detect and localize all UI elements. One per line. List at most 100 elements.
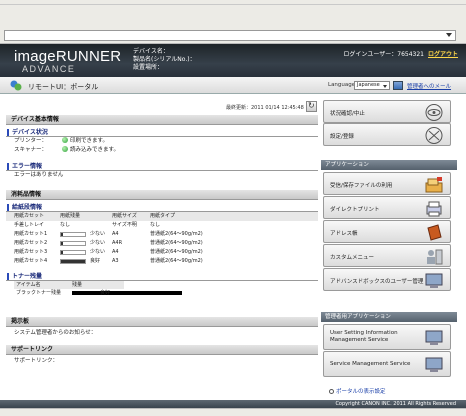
error-heading: エラー情報 [6,162,318,171]
cassette-name: 用紙カセット1 [14,231,48,237]
cassette-size: A4R [112,240,123,246]
paper-heading: 給紙段情報 [6,203,318,212]
update-row: 最終更新：2011 01/14 12:45:48 [6,101,318,113]
scanner-status: 読み込みできます。 [62,146,119,155]
col-item: アイテム名 [16,282,41,288]
admin-mail-link[interactable]: 管理者へのメール [407,82,451,90]
custom-menu-icon [427,249,443,265]
app-label: ダイレクトプリント [330,207,380,213]
cassette-name: 手差しトレイ [14,222,45,228]
advanced-box-icon [425,273,443,288]
mgmt-heading: 管理者用アプリケーション [321,312,457,322]
cassette-type: 普通紙2(64～90g/m2) [150,249,203,255]
printer-icon [426,201,442,217]
portal-settings-label: ポータルの表示設定 [336,389,386,395]
app-button[interactable]: アドレス帳 [323,220,451,243]
notice-section: 掲示板 システム管理者からのお知らせ： [6,317,318,338]
mgmt-app-label: Service Management Service [330,361,411,367]
address-bar[interactable] [4,30,456,41]
paper-level-fill [61,251,64,254]
brand-sub: ADVANCE [22,64,76,74]
device-info: デバイス名： 製品名(シリアルNo.)： 設置場所： [133,48,196,72]
address-book-icon [427,224,442,241]
mailbox-icon [425,177,443,193]
brand-logo: imageRUNNER ADVANCE [0,44,130,77]
refresh-button[interactable] [306,101,317,112]
cassette-name: 用紙カセット3 [14,249,48,255]
printer-status: 印刷できます。 [62,137,108,146]
cassette-level-text: 少ない [90,240,106,246]
toner-level-bar [72,291,182,295]
printer-label: プリンター： [14,138,48,144]
scanner-label: スキャナー： [14,147,48,153]
cassette-size: A4 [112,249,119,255]
paper-level-bar [60,250,86,255]
device-name-label: デバイス名： [133,48,169,55]
mgmt-app-button[interactable]: Service Management Service [323,351,451,377]
table-row: 手差しトレイ なし サイズ不明 なし [6,221,318,230]
printer-status-text: 印刷できます。 [70,138,108,144]
app-button[interactable]: ダイレクトプリント [323,196,451,219]
error-text: エラーはありません [14,172,64,178]
paper-table: 用紙カセット 用紙残量 用紙サイズ 用紙タイプ 手差しトレイ なし サイズ不明 … [6,212,318,266]
bullet-icon [329,389,334,394]
status-monitor-button[interactable]: 状況確認/中止 [323,100,451,123]
language-apply-button[interactable] [393,81,403,90]
consumables-heading: 消耗品情報 [6,190,318,200]
logout-link[interactable]: ログアウト [428,51,458,58]
status-monitor-label: 状況確認/中止 [330,111,365,117]
cassette-name: 用紙カセット2 [14,240,48,246]
toner-heading: トナー残量 [6,272,318,281]
device-status-heading: デバイス状況 [6,128,318,137]
mgmt-app-button[interactable]: User Setting Information Management Serv… [323,324,451,350]
cassette-type: 普通紙2(64～90g/m2) [150,240,203,246]
paper-level-bar [60,232,86,237]
app-button[interactable]: アドバンスドボックスのユーザー管理 [323,268,451,291]
support-section: サポートリンク サポートリンク： [6,345,318,366]
table-row: 用紙カセット3 少ない A4 普通紙2(64～90g/m2) [6,248,318,257]
app-header: imageRUNNER ADVANCE デバイス名： 製品名(シリアルNo.)：… [0,44,466,77]
settings-label: 設定/登録 [330,134,354,140]
monitor-icon [425,357,443,372]
product-label: 製品名(シリアルNo.)： [133,56,196,63]
browser-toolbar [0,0,466,44]
portal-icon [10,80,22,91]
cassette-level-text: 少ない [90,249,106,255]
device-basic-section: デバイス基本情報 デバイス状況 プリンター： 印刷できます。 スキャナー： 読み… [6,115,318,180]
device-basic-heading: デバイス基本情報 [6,115,318,125]
dropdown-arrow-icon[interactable] [446,33,452,37]
toner-table-header: アイテム名 残量 [14,281,124,289]
copyright: Copyright CANON INC. 2011 All Rights Res… [335,401,456,407]
mgmt-app-label: User Setting Information Management Serv… [330,330,398,343]
main-content: 最終更新：2011 01/14 12:45:48 デバイス基本情報 デバイス状況… [6,98,318,400]
login-info: ログインユーザー：7654321 ログアウト [343,49,458,58]
cassette-size: サイズ不明 [112,222,137,228]
cassette-level-text: 良好 [90,258,101,264]
status-ok-icon [62,137,68,143]
col-remaining: 残量 [72,282,83,288]
toolbar-divider [0,4,466,5]
paper-level-bar [60,241,86,246]
table-row: 用紙カセット4 良好 A3 普通紙2(64～90g/m2) [6,257,318,266]
location-label: 設置場所： [133,64,164,71]
app-button[interactable]: カスタムメニュー [323,244,451,267]
settings-button[interactable]: 設定/登録 [323,123,451,146]
support-text: サポートリンク： [14,358,59,364]
printer-status-row: プリンター： 印刷できます。 [6,137,318,146]
toner-item: ブラックトナー残量 [16,290,62,296]
brand-name: imageRUNNER [14,48,122,65]
app-label: 受信/保存ファイルの利用 [330,183,393,189]
paper-level-bar [60,259,86,264]
cassette-size: A3 [112,258,119,264]
notice-text: システム管理者からのお知らせ： [14,330,97,336]
cassette-type: 普通紙2(64～90g/m2) [150,231,203,237]
app-button[interactable]: 受信/保存ファイルの利用 [323,172,451,195]
consumables-section: 消耗品情報 給紙段情報 用紙カセット 用紙残量 用紙サイズ 用紙タイプ 手差しト… [6,190,318,297]
toner-table: アイテム名 残量 ブラックトナー残量 良好 [14,281,182,297]
monitor-icon [425,330,443,345]
language-select[interactable]: Japanese [354,81,390,90]
portal-display-settings-link[interactable]: ポータルの表示設定 [329,387,386,395]
cassette-type: なし [150,222,161,228]
paper-table-header: 用紙カセット 用紙残量 用紙サイズ 用紙タイプ [6,212,318,221]
app-label: カスタムメニュー [330,255,375,261]
